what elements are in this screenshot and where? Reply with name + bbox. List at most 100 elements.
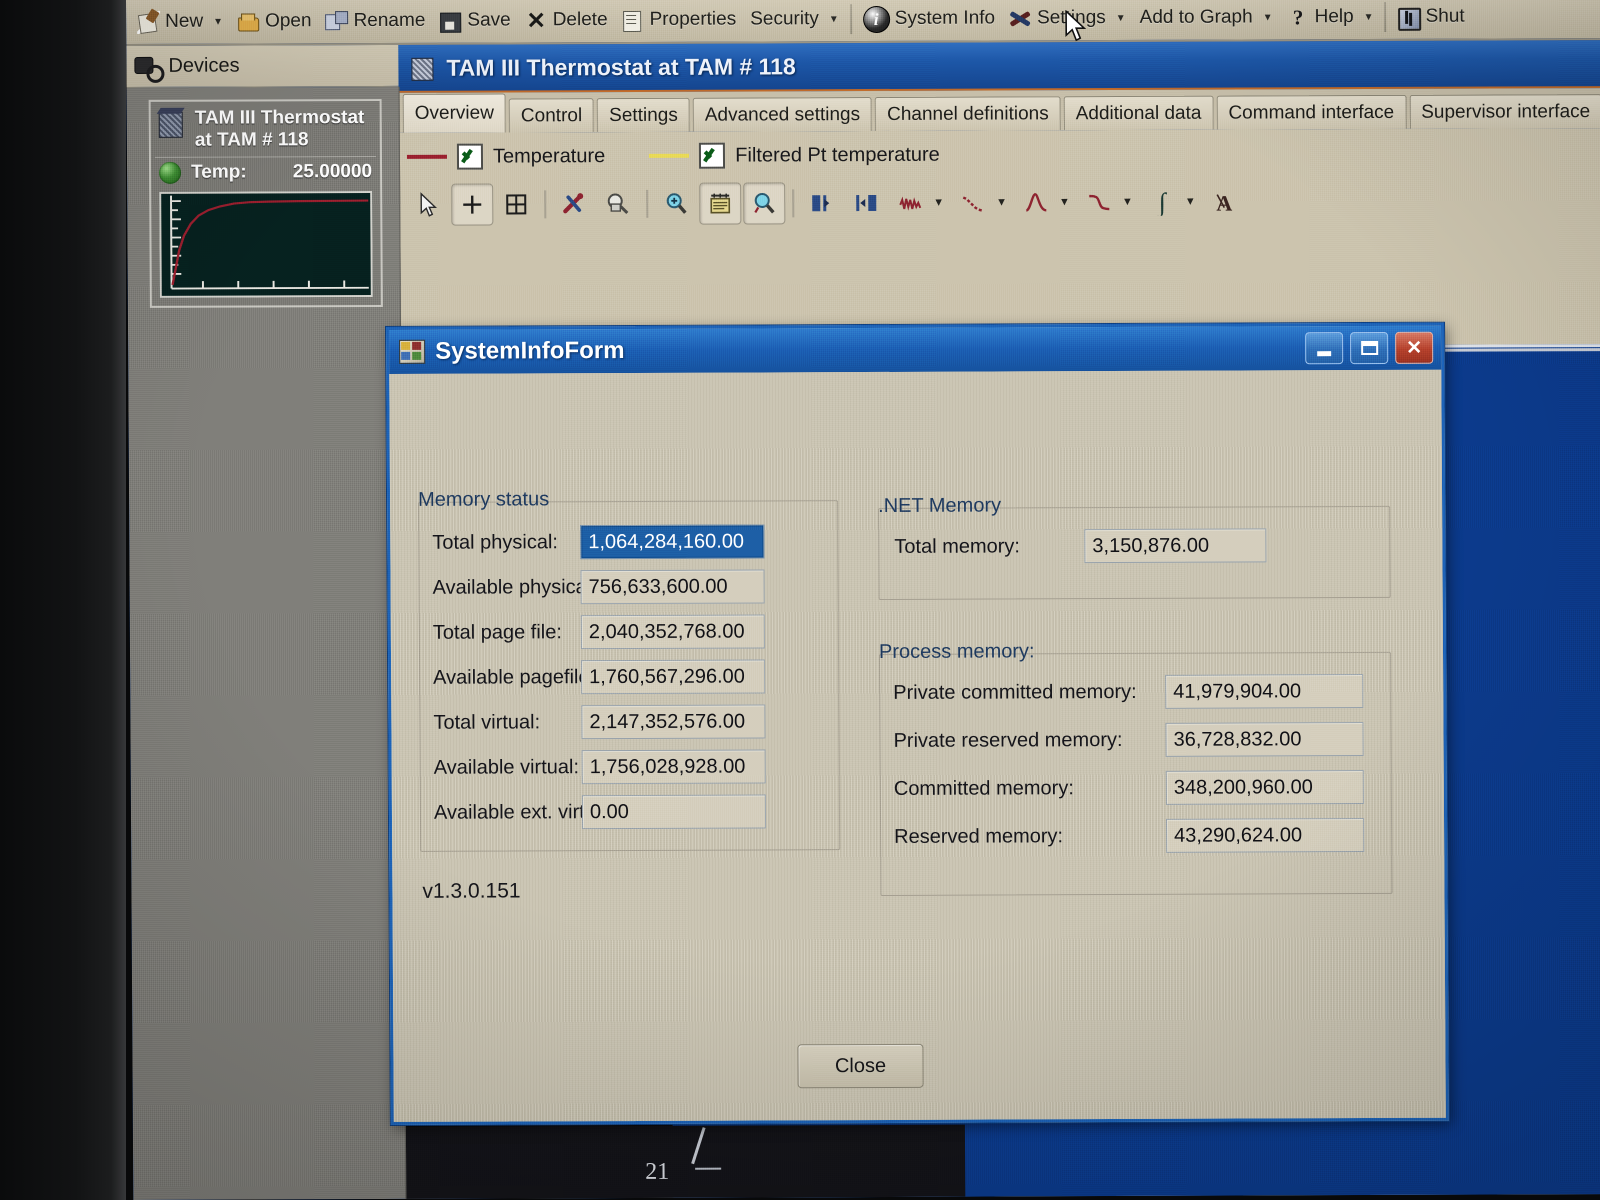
toolbar-item-save[interactable]: Save	[432, 0, 518, 40]
field-value[interactable]: 348,200,960.00	[1165, 770, 1364, 805]
field-label: Reserved memory:	[894, 824, 1064, 848]
field-value[interactable]: 41,979,904.00	[1165, 674, 1364, 709]
field-value[interactable]: 3,150,876.00	[1084, 528, 1267, 564]
field-row: Private committed memory: 41,979,904.00	[893, 674, 1383, 710]
plot-bottom-strip: 21	[404, 1124, 966, 1199]
field-label: Private reserved memory:	[893, 728, 1123, 752]
field-row: Total page file: 2,040,352,768.00	[433, 614, 825, 650]
field-label: Available pagefile:	[433, 665, 596, 689]
chevron-down-icon[interactable]: ▼	[933, 197, 944, 209]
legend-tool[interactable]	[699, 182, 742, 225]
chevron-down-icon[interactable]: ▼	[1263, 12, 1273, 23]
field-value[interactable]: 1,756,028,928.00	[581, 749, 766, 785]
toolbar-item-new[interactable]: New ▼	[130, 2, 230, 42]
field-value[interactable]: 1,760,567,296.00	[581, 659, 766, 695]
plot-axis-label: 21	[645, 1158, 670, 1185]
align-right-tool[interactable]	[845, 182, 887, 224]
toolbar-item-security[interactable]: Security ▼	[743, 0, 846, 40]
shutdown-icon	[1397, 5, 1420, 28]
tab-label: Control	[520, 104, 583, 126]
device-temp-row: Temp: 25.00000	[151, 157, 380, 187]
field-value[interactable]: 2,147,352,576.00	[581, 704, 766, 740]
tab-settings[interactable]: Settings	[597, 97, 690, 133]
memory-status-caption: Memory status	[417, 488, 550, 511]
tab-advanced-settings[interactable]: Advanced settings	[692, 97, 873, 132]
toolbar-separator	[1384, 1, 1387, 32]
toolbar-item-rename[interactable]: Rename	[318, 1, 432, 41]
tab-label: Overview	[414, 102, 494, 124]
tab-additional-data[interactable]: Additional data	[1063, 95, 1214, 131]
chevron-down-icon[interactable]: ▼	[996, 196, 1007, 208]
toolbar-item-add-to-graph[interactable]: Add to Graph ▼	[1133, 0, 1280, 38]
net-memory-group: .NET Memory Total memory: 3,150,876.00	[878, 494, 1391, 600]
tab-channel-definitions[interactable]: Channel definitions	[874, 96, 1061, 131]
tab-overview[interactable]: Overview	[402, 93, 507, 133]
field-value[interactable]: 1,064,284,160.00	[580, 524, 765, 560]
document-title: TAM III Thermostat at TAM # 118	[446, 52, 796, 81]
chevron-down-icon[interactable]: ▼	[829, 14, 839, 25]
tab-command-interface[interactable]: Command interface	[1216, 94, 1407, 130]
screen-content: New ▼ Open Rename Save ✕ Delete Properties Secur…	[126, 0, 1600, 1200]
align-left-tool[interactable]	[801, 182, 843, 224]
thermostat-icon	[157, 108, 187, 140]
legend-checkbox-filtered-pt-temperature[interactable]	[699, 142, 726, 169]
field-value[interactable]: 0.00	[581, 794, 767, 830]
field-value[interactable]: 43,290,624.00	[1166, 818, 1365, 853]
step-curve-tool[interactable]	[1078, 181, 1120, 223]
device-card-tam-iii[interactable]: TAM III Thermostat at TAM # 118 Temp: 25…	[148, 98, 383, 308]
chevron-down-icon[interactable]: ▼	[1122, 196, 1133, 208]
system-info-dialog: SystemInfoForm ✕ Memory status Total phy…	[386, 322, 1449, 1125]
toolbar-item-open[interactable]: Open	[230, 1, 319, 41]
graph-toolbar: ▼ ▼ ▼ ▼ ∫ ▼ A	[407, 178, 1246, 229]
tab-control[interactable]: Control	[508, 98, 595, 133]
minimize-button[interactable]	[1305, 332, 1344, 365]
chevron-down-icon[interactable]: ▼	[213, 16, 223, 27]
window-buttons: ✕	[1305, 331, 1435, 365]
info-circle-icon: i	[862, 5, 890, 33]
dialog-title-bar[interactable]: SystemInfoForm ✕	[389, 325, 1442, 374]
help-question-icon: ?	[1292, 4, 1304, 29]
devices-icon	[134, 55, 160, 77]
tab-label: Additional data	[1075, 102, 1202, 124]
document-title-bar: TAM III Thermostat at TAM # 118	[398, 40, 1600, 93]
legend-line-swatch	[406, 154, 447, 159]
decay-curve-tool[interactable]	[952, 182, 994, 224]
field-value[interactable]: 756,633,600.00	[580, 569, 765, 605]
integral-tool[interactable]: ∫	[1141, 181, 1183, 223]
toolbar-item-label: Add to Graph	[1139, 6, 1253, 28]
monitor-bezel-left	[0, 0, 126, 1200]
field-row: Total virtual: 2,147,352,576.00	[433, 704, 825, 740]
chevron-down-icon[interactable]: ▼	[1059, 196, 1070, 208]
zoom-in-tool[interactable]	[655, 183, 697, 225]
field-value[interactable]: 36,728,832.00	[1165, 722, 1364, 757]
tab-supervisor-interface[interactable]: Supervisor interface	[1409, 94, 1600, 129]
close-dialog-button[interactable]: Close	[797, 1043, 924, 1089]
pointer-tool[interactable]	[407, 184, 449, 226]
zoom-out-tool[interactable]	[743, 182, 786, 225]
chevron-down-icon[interactable]: ▼	[1364, 11, 1374, 22]
toolbar-item-delete[interactable]: ✕ Delete	[518, 0, 615, 40]
toolbar-item-shut[interactable]: Shut	[1390, 0, 1471, 37]
field-row: Available pagefile: 1,760,567,296.00	[433, 659, 825, 695]
toolbar-item-help[interactable]: ? Help ▼	[1279, 0, 1380, 37]
field-row: Private reserved memory: 36,728,832.00	[893, 722, 1383, 758]
maximize-button[interactable]	[1350, 331, 1389, 365]
graph-toolbar-separator	[544, 190, 547, 219]
field-value[interactable]: 2,040,352,768.00	[580, 614, 765, 650]
form-icon	[399, 340, 425, 364]
tab-label: Supervisor interface	[1421, 100, 1591, 123]
chevron-down-icon[interactable]: ▼	[1116, 12, 1126, 23]
configure-tool[interactable]	[553, 183, 595, 225]
annotation-tool[interactable]: A	[1204, 181, 1246, 223]
close-button[interactable]: ✕	[1395, 331, 1434, 364]
crosshair-tool[interactable]	[451, 183, 494, 226]
noise-curve-tool[interactable]	[889, 182, 931, 224]
fit-window-tool[interactable]	[495, 183, 537, 225]
field-row: Available virtual: 1,756,028,928.00	[434, 749, 826, 785]
toolbar-item-system-info[interactable]: i System Info	[856, 0, 1003, 39]
toolbar-item-properties[interactable]: Properties	[614, 0, 743, 40]
print-preview-tool[interactable]	[597, 183, 639, 225]
peak-curve-tool[interactable]	[1015, 181, 1057, 223]
legend-checkbox-temperature[interactable]	[456, 143, 484, 170]
chevron-down-icon[interactable]: ▼	[1185, 196, 1196, 208]
